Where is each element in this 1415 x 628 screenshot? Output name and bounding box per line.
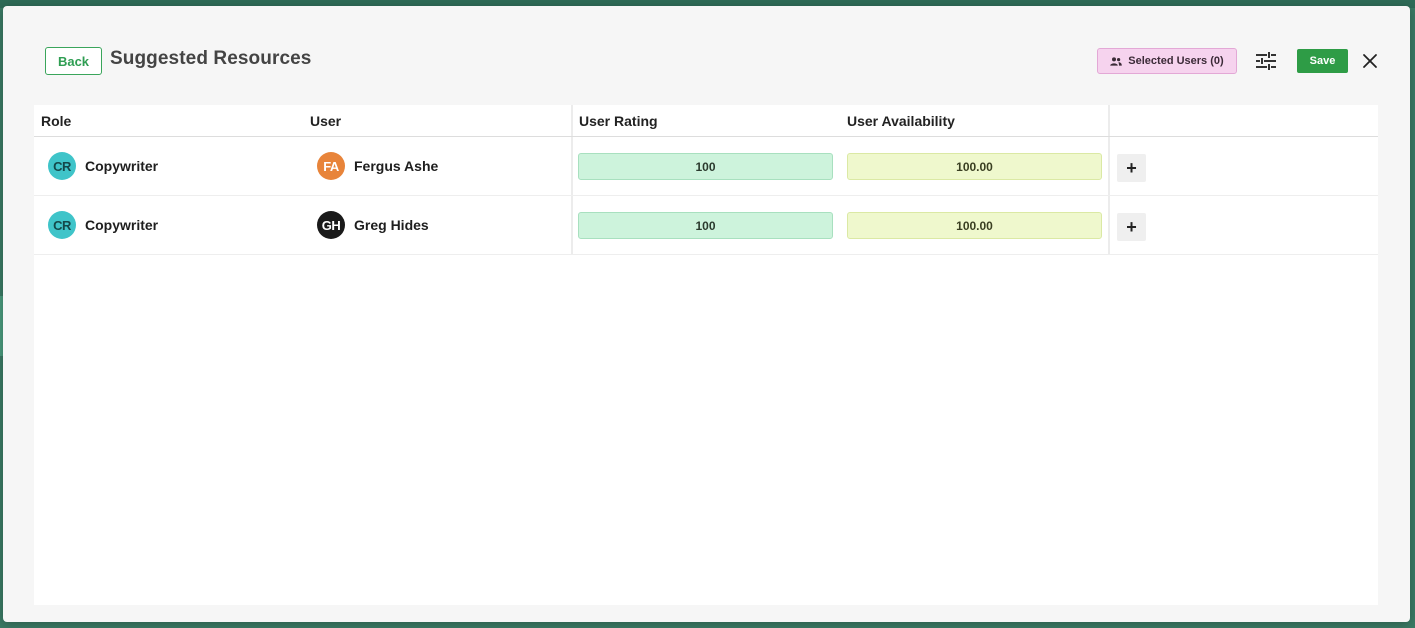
user-availability-pill: 100.00 (847, 212, 1102, 239)
column-header-role[interactable]: Role (41, 113, 71, 129)
user-rating-pill: 100 (578, 212, 833, 239)
user-avatar: FA (317, 152, 345, 180)
role-cell: Copywriter (85, 158, 159, 174)
user-cell: Greg Hides (354, 217, 429, 233)
column-header-user[interactable]: User (310, 113, 341, 129)
users-icon (1110, 56, 1123, 66)
filter-settings-icon[interactable] (1255, 51, 1277, 71)
selected-users-button[interactable]: Selected Users (0) (1097, 48, 1237, 74)
add-user-button[interactable]: + (1117, 154, 1146, 182)
page-title: Suggested Resources (110, 48, 312, 69)
add-user-button[interactable]: + (1117, 213, 1146, 241)
table-row[interactable]: CR Copywriter GH Greg Hides 100 100.00 + (34, 196, 1378, 255)
modal-header: Back Suggested Resources Selected Users … (3, 6, 1410, 102)
close-icon[interactable] (1362, 53, 1378, 69)
user-cell: Fergus Ashe (354, 158, 439, 174)
role-avatar: CR (48, 211, 76, 239)
user-rating-pill: 100 (578, 153, 833, 180)
selected-users-label: Selected Users (0) (1128, 55, 1224, 67)
column-header-user-rating[interactable]: User Rating (579, 113, 658, 129)
suggested-resources-modal: Back Suggested Resources Selected Users … (3, 6, 1410, 622)
resources-grid: Role User User Rating User Availability … (34, 105, 1378, 605)
role-avatar: CR (48, 152, 76, 180)
save-button[interactable]: Save (1297, 49, 1348, 73)
user-availability-pill: 100.00 (847, 153, 1102, 180)
grid-header: Role User User Rating User Availability (34, 105, 1378, 137)
role-cell: Copywriter (85, 217, 159, 233)
back-button[interactable]: Back (45, 47, 102, 75)
table-row[interactable]: CR Copywriter FA Fergus Ashe 100 100.00 … (34, 137, 1378, 196)
user-avatar: GH (317, 211, 345, 239)
column-header-user-availability[interactable]: User Availability (847, 113, 955, 129)
